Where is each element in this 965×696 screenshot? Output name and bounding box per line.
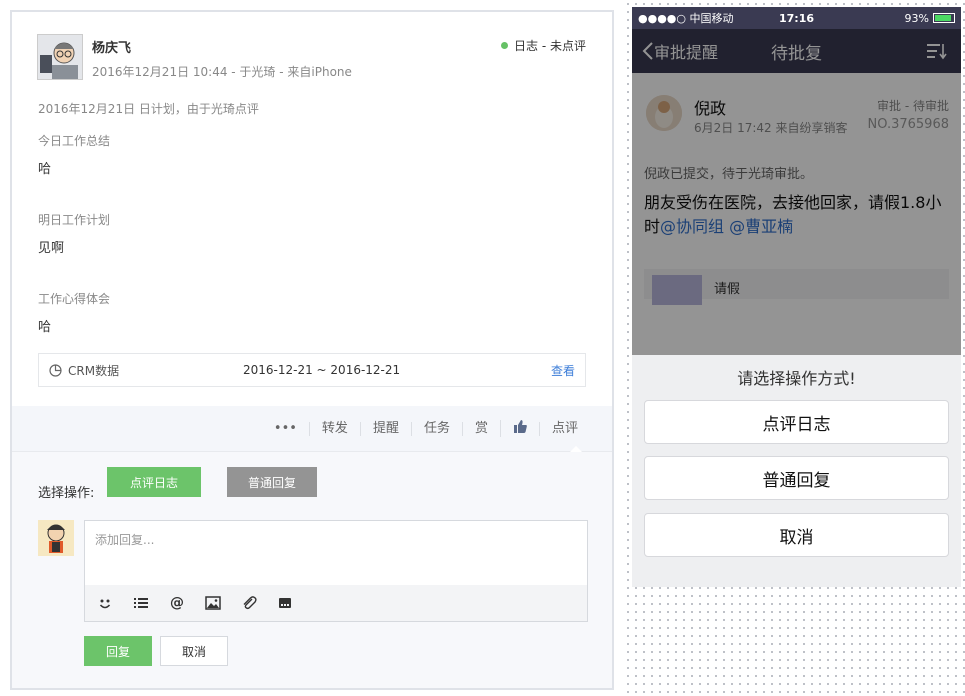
crm-data-bar: CRM数据 2016-12-21 ~ 2016-12-21 查看 <box>38 353 586 387</box>
action-sheet-title: 请选择操作方式! <box>737 369 856 388</box>
sheet-cancel-button[interactable]: 取消 <box>644 513 949 557</box>
log-card: 杨庆飞 2016年12月21日 10:44 - 于光琦 - 来自iPhone 日… <box>10 10 614 690</box>
reward-button[interactable]: 赏 <box>461 421 500 436</box>
status-bar: ●●●●○ 中国移动 17:16 93% <box>632 7 961 29</box>
carrier-text: ●●●●○ 中国移动 <box>638 12 734 25</box>
comment-log-button[interactable]: 点评日志 <box>107 467 201 497</box>
status-text: 日志 - 未点评 <box>514 39 586 53</box>
reply-box: @ <box>84 520 588 622</box>
crm-label: CRM数据 <box>68 363 120 378</box>
reply-area: 选择操作: 点评日志 普通回复 添加回复... @ 回复 取消 <box>12 452 612 688</box>
status-dot-icon <box>501 42 509 49</box>
like-button[interactable] <box>499 420 539 437</box>
battery-icon <box>933 13 955 23</box>
pie-chart-icon <box>49 363 62 377</box>
task-button[interactable]: 任务 <box>410 421 462 436</box>
crm-view-link[interactable]: 查看 <box>551 362 575 379</box>
battery-percent: 93% <box>904 11 929 25</box>
author-avatar[interactable] <box>37 34 83 80</box>
my-avatar <box>38 520 74 556</box>
image-icon[interactable] <box>205 595 221 611</box>
list-icon[interactable] <box>133 595 149 611</box>
submit-reply-button[interactable]: 回复 <box>84 636 152 666</box>
sheet-normal-reply-button[interactable]: 普通回复 <box>644 456 949 500</box>
cancel-reply-button[interactable]: 取消 <box>160 636 228 666</box>
post-meta: 2016年12月21日 10:44 - 于光琦 - 来自iPhone <box>92 65 352 79</box>
more-button[interactable]: ••• <box>262 421 309 436</box>
forward-button[interactable]: 转发 <box>308 421 360 436</box>
section-label-tomorrow-plan: 明日工作计划 <box>38 213 111 227</box>
thumbs-up-icon <box>513 420 527 433</box>
author-name[interactable]: 杨庆飞 <box>92 37 131 56</box>
clock-text: 17:16 <box>778 11 815 25</box>
attachment-icon[interactable] <box>241 595 257 611</box>
phone-screen: ●●●●○ 中国移动 17:16 93% 审批提醒 待批复 倪政 6月2日 17… <box>632 7 961 587</box>
crm-date-range: 2016-12-21 ~ 2016-12-21 <box>243 363 401 377</box>
reply-input[interactable] <box>85 521 587 585</box>
section-label-today-summary: 今日工作总结 <box>38 134 111 148</box>
avatar-illustration <box>38 35 82 79</box>
action-sheet: 请选择操作方式! 点评日志 普通回复 取消 <box>632 355 961 587</box>
dim-overlay[interactable] <box>632 29 961 355</box>
status-right: 93% <box>905 12 955 25</box>
avatar-illustration <box>38 520 74 556</box>
choose-operation-label: 选择操作: <box>38 486 95 501</box>
normal-reply-button[interactable]: 普通回复 <box>227 467 317 497</box>
comment-button[interactable]: 点评 <box>538 421 590 436</box>
plan-line: 2016年12月21日 日计划，由于光琦点评 <box>38 102 259 116</box>
status-badge: 日志 - 未点评 <box>501 37 586 54</box>
sheet-comment-log-button[interactable]: 点评日志 <box>644 400 949 444</box>
section-label-insights: 工作心得体会 <box>38 292 111 306</box>
section-value-insights: 哈 <box>38 320 52 335</box>
section-value-tomorrow-plan: 见啊 <box>38 241 65 256</box>
storage-icon[interactable] <box>277 595 293 611</box>
reply-toolbar: @ <box>85 585 587 621</box>
web-log-view: 杨庆飞 2016年12月21日 10:44 - 于光琦 - 来自iPhone 日… <box>0 0 624 696</box>
emoji-icon[interactable] <box>97 595 113 611</box>
at-mention-icon[interactable]: @ <box>169 595 185 611</box>
action-bar: ••• 转发 提醒 任务 赏 点评 <box>12 406 612 452</box>
remind-button[interactable]: 提醒 <box>359 421 411 436</box>
section-value-today-summary: 哈 <box>38 162 52 177</box>
